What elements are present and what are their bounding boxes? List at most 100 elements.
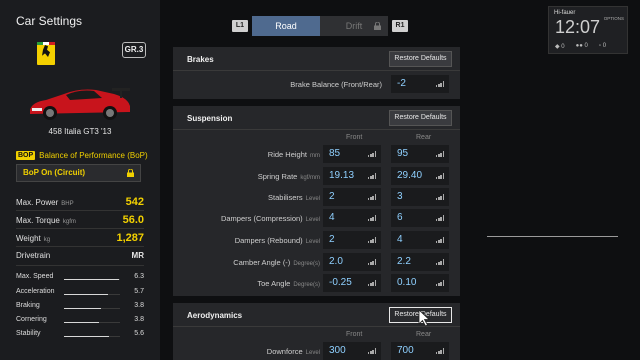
spring-rate-rear-field[interactable]: 29.40 — [391, 167, 449, 185]
ride-height-rear-field[interactable]: 95 — [391, 145, 449, 163]
signal-icon — [436, 259, 444, 265]
trophy-count: ◆ 0 — [555, 44, 565, 50]
dampers-compression-front-field[interactable]: 4 — [323, 209, 381, 227]
stat-label: Max. Speed — [16, 273, 54, 280]
bop-tag: BOP — [16, 151, 36, 160]
spec-max-power: Max. Power BHP 542 — [16, 196, 144, 208]
signal-icon — [368, 173, 376, 179]
downforce-rear-field[interactable]: 700 — [391, 342, 449, 360]
dampers-compression-rear-field[interactable]: 6 — [391, 209, 449, 227]
signal-icon — [368, 280, 376, 286]
section-header: Suspension Restore Defaults — [173, 106, 460, 130]
r1-button-hint[interactable]: R1 — [392, 20, 408, 32]
restore-defaults-button[interactable]: Restore Defaults — [389, 110, 452, 126]
spec-value: 56.0 — [122, 214, 144, 226]
clock: 12:07 — [555, 17, 601, 37]
divider — [16, 228, 144, 229]
stat-acceleration: Acceleration 5.7 — [16, 288, 144, 300]
section-header: Brakes Restore Defaults — [173, 47, 460, 71]
spec-unit: BHP — [61, 201, 74, 207]
downforce-front-field[interactable]: 300 — [323, 342, 381, 360]
signal-icon — [436, 237, 444, 243]
brand-logo-icon — [37, 42, 55, 65]
system-hud: Hi-fauer 12:07 OPTIONS ◆ 0 ●● 0 ▫ 0 — [548, 6, 628, 54]
spec-label: Weight — [16, 234, 41, 243]
stat-value: 3.8 — [134, 302, 144, 309]
signal-icon — [436, 280, 444, 286]
username: Hi-fauer — [554, 10, 576, 16]
signal-icon — [436, 173, 444, 179]
stat-fill — [64, 336, 109, 337]
friends-count: ●● 0 — [575, 43, 588, 49]
stat-fill — [64, 294, 108, 295]
stat-bar — [64, 322, 120, 323]
bop-label: Balance of Performance (BoP) — [39, 151, 148, 160]
spring-rate-front-field[interactable]: 19.13 — [323, 167, 381, 185]
signal-icon — [368, 259, 376, 265]
page-title: Car Settings — [16, 14, 83, 28]
notification-counts: ◆ 0 ●● 0 ▫ 0 — [555, 43, 606, 50]
spec-label: Drivetrain — [16, 251, 51, 260]
stat-bar — [64, 294, 120, 295]
setting-label: Ride Height mm — [267, 150, 320, 159]
section-title: Brakes — [187, 55, 214, 64]
aerodynamics-section: Aerodynamics Restore Defaults Front Rear… — [173, 303, 460, 360]
setting-label: Toe Angle Degree(s) — [257, 279, 320, 288]
divider — [16, 210, 144, 211]
car-name: 458 Italia GT3 '13 — [48, 127, 112, 136]
column-header-front: Front — [346, 331, 363, 338]
stat-label: Cornering — [16, 316, 47, 323]
stabilisers-front-field[interactable]: 2 — [323, 188, 381, 206]
signal-icon — [436, 194, 444, 200]
spec-unit: kgfm — [62, 219, 76, 225]
setting-label: Dampers (Rebound) Level — [234, 236, 320, 245]
tab-drift[interactable]: Drift — [320, 16, 388, 36]
dampers-rebound-rear-field[interactable]: 4 — [391, 231, 449, 249]
toe-angle-rear-field[interactable]: 0.10 — [391, 274, 449, 292]
camber-angle-front-field[interactable]: 2.0 — [323, 253, 381, 271]
restore-defaults-button[interactable]: Restore Defaults — [389, 51, 452, 67]
tab-drift-label: Drift — [345, 21, 363, 31]
section-title: Aerodynamics — [187, 311, 243, 320]
category-badge: GR.3 — [122, 42, 146, 58]
divider — [487, 236, 618, 237]
brake-balance-field[interactable]: -2 — [391, 75, 449, 93]
stat-bar — [64, 308, 120, 309]
stat-fill — [64, 308, 101, 309]
bop-status-field[interactable]: BoP On (Circuit) — [16, 164, 141, 182]
signal-icon — [368, 215, 376, 221]
stat-bar — [64, 279, 120, 280]
setting-label: Camber Angle (-) Degree(s) — [233, 258, 320, 267]
section-header: Aerodynamics Restore Defaults — [173, 303, 460, 327]
stat-value: 3.8 — [134, 316, 144, 323]
stat-value: 6.3 — [134, 273, 144, 280]
suspension-section: Suspension Restore Defaults Front Rear R… — [173, 106, 460, 296]
bop-status: BoP On (Circuit) — [23, 168, 86, 177]
tab-road[interactable]: Road — [252, 16, 320, 36]
stabilisers-rear-field[interactable]: 3 — [391, 188, 449, 206]
pointer-cursor-icon — [418, 309, 431, 327]
spec-weight: Weight kg 1,287 — [16, 232, 144, 244]
camber-angle-rear-field[interactable]: 2.2 — [391, 253, 449, 271]
dampers-rebound-front-field[interactable]: 2 — [323, 231, 381, 249]
stat-braking: Braking 3.8 — [16, 302, 144, 314]
signal-icon — [368, 151, 376, 157]
spec-value: 542 — [125, 196, 144, 208]
ride-height-front-field[interactable]: 85 — [323, 145, 381, 163]
spec-value: 1,287 — [116, 232, 144, 244]
spec-drivetrain: Drivetrain MR — [16, 251, 144, 260]
stat-bar — [64, 336, 120, 337]
options-hint: OPTIONS — [603, 16, 624, 21]
stat-label: Stability — [16, 330, 41, 337]
spec-label: Max. Torque — [16, 216, 60, 225]
toe-angle-front-field[interactable]: -0.25 — [323, 274, 381, 292]
stat-value: 5.7 — [134, 288, 144, 295]
mode-tabs: L1 Road Drift R1 — [232, 16, 408, 36]
spec-unit: kg — [43, 237, 51, 243]
signal-icon — [368, 348, 376, 354]
l1-button-hint[interactable]: L1 — [232, 20, 248, 32]
messages-count: ▫ 0 — [598, 43, 607, 49]
stat-label: Acceleration — [16, 288, 55, 295]
stat-stability: Stability 5.6 — [16, 330, 144, 342]
car-info-panel: Car Settings GR.3 458 Italia GT3 '13 BOP… — [0, 0, 160, 360]
